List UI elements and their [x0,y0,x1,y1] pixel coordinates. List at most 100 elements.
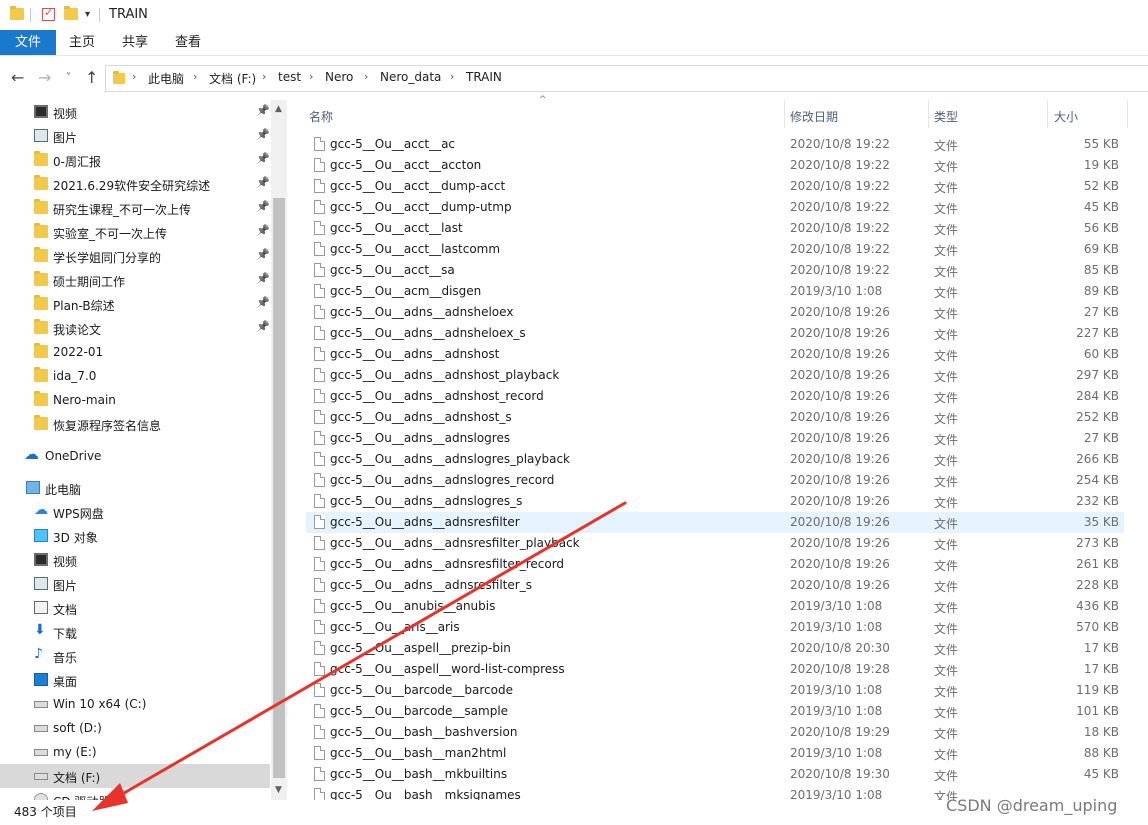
file-type: 文件 [934,685,959,699]
file-row[interactable]: gcc-5__Ou__adns__adnshost_s 2020/10/8 19:… [306,407,1124,428]
file-size: 69 KB [1083,242,1119,256]
file-name: gcc-5__Ou__adns__adnsheloex [330,305,514,319]
file-row[interactable]: gcc-5__Ou__aspell__word-list-compress 202… [306,659,1124,680]
file-row[interactable]: gcc-5__Ou__acct__dump-utmp 2020/10/8 19:2… [306,197,1124,218]
file-row[interactable]: gcc-5__Ou__acct__last 2020/10/8 19:22 文件 56… [306,218,1124,239]
file-row[interactable]: gcc-5__Ou__adns__adnslogres 2020/10/8 19:… [306,428,1124,449]
file-row[interactable]: gcc-5__Ou__acm__disgen 2019/3/10 1:08 文件 89… [306,281,1124,302]
file-name: gcc-5__Ou__acct__accton [330,158,482,172]
file-row[interactable]: gcc-5__Ou__adns__adnshost_record 2020/10/… [306,386,1124,407]
file-row[interactable]: gcc-5__Ou__adns__adnsheloex 2020/10/8 19:… [306,302,1124,323]
file-modified-date: 2020/10/8 19:22 [790,158,890,172]
file-size: 570 KB [1076,620,1119,634]
file-modified-date: 2020/10/8 19:22 [790,263,890,277]
file-row[interactable]: gcc-5__Ou__adns__adnsresfilter_playback 2… [306,533,1124,554]
file-icon [314,641,325,655]
file-name: gcc-5__Ou__aris__aris [330,620,460,634]
file-row[interactable]: gcc-5__Ou__acct__dump-acct 2020/10/8 19:2… [306,176,1124,197]
file-name: gcc-5__Ou__barcode__barcode [330,683,513,697]
file-row[interactable]: gcc-5__Ou__anubis__anubis 2019/3/10 1:08 文… [306,596,1124,617]
file-type: 文件 [934,181,959,195]
file-row[interactable]: gcc-5__Ou__barcode__sample 2019/3/10 1:08… [306,701,1124,722]
file-name: gcc-5__Ou__adns__adnslogres_playback [330,452,571,466]
file-type: 文件 [934,391,959,405]
file-row[interactable]: gcc-5__Ou__bash__bashversion 2020/10/8 19… [306,722,1124,743]
file-icon [314,578,325,592]
file-modified-date: 2020/10/8 19:26 [790,536,890,550]
file-modified-date: 2019/3/10 1:08 [790,788,883,800]
file-row[interactable]: gcc-5__Ou__acct__accton 2020/10/8 19:22 文件… [306,155,1124,176]
file-icon [314,515,325,529]
file-size: 19 KB [1083,158,1119,172]
file-modified-date: 2020/10/8 19:26 [790,578,890,592]
file-name: gcc-5__Ou__adns__adnsheloex_s [330,326,526,340]
file-name: gcc-5__Ou__acct__dump-acct [330,179,506,193]
file-size: 436 KB [1076,599,1119,613]
file-type: 文件 [934,748,959,762]
file-row[interactable]: gcc-5__Ou__bash__mkbuiltins 2020/10/8 19:… [306,764,1124,785]
file-type: 文件 [934,328,959,342]
file-row[interactable]: gcc-5__Ou__adns__adnslogres_s 2020/10/8 1… [306,491,1124,512]
file-modified-date: 2020/10/8 19:22 [790,200,890,214]
file-type: 文件 [934,706,959,720]
file-size: 60 KB [1083,347,1119,361]
file-name: gcc-5__Ou__acct__ac [330,137,456,151]
file-name: gcc-5__Ou__barcode__sample [330,704,509,718]
file-icon [314,683,325,697]
file-size: 284 KB [1076,389,1119,403]
file-name: gcc-5__Ou__anubis__anubis [330,599,496,613]
file-size: 17 KB [1083,641,1119,655]
file-name: gcc-5__Ou__acct__dump-utmp [330,200,512,214]
file-row[interactable]: gcc-5__Ou__adns__adnsresfilter_record 202… [306,554,1124,575]
file-row[interactable]: gcc-5__Ou__adns__adnshost_playback 2020/1… [306,365,1124,386]
file-name: gcc-5__Ou__adns__adnsresfilter_s [330,578,532,592]
file-modified-date: 2020/10/8 19:26 [790,305,890,319]
file-modified-date: 2020/10/8 19:26 [790,557,890,571]
file-size: 297 KB [1076,368,1119,382]
file-type: 文件 [934,643,959,657]
file-row[interactable]: gcc-5__Ou__acct__lastcomm 2020/10/8 19:22… [306,239,1124,260]
file-icon [314,137,325,151]
file-row[interactable]: gcc-5__Ou__adns__adnsheloex_s 2020/10/8 1… [306,323,1124,344]
file-name: gcc-5__Ou__adns__adnsresfilter_playback [330,536,580,550]
file-icon [314,158,325,172]
file-modified-date: 2020/10/8 19:26 [790,515,890,529]
file-row[interactable]: gcc-5__Ou__adns__adnsresfilter_s 2020/10/… [306,575,1124,596]
file-row[interactable]: gcc-5__Ou__bash__man2html 2019/3/10 1:08 文… [306,743,1124,764]
file-row[interactable]: gcc-5__Ou__acct__sa 2020/10/8 19:22 文件 85 K… [306,260,1124,281]
file-size: 18 KB [1083,725,1119,739]
file-type: 文件 [934,727,959,741]
item-count-status: 483 个项目 [14,805,77,819]
file-icon [314,200,325,214]
file-modified-date: 2020/10/8 19:22 [790,137,890,151]
file-type: 文件 [934,454,959,468]
file-row[interactable]: gcc-5__Ou__aris__aris 2019/3/10 1:08 文件 570… [306,617,1124,638]
file-name: gcc-5__Ou__bash__mkbuiltins [330,767,508,781]
file-icon [314,788,325,800]
file-type: 文件 [934,244,959,258]
file-row[interactable]: gcc-5__Ou__barcode__barcode 2019/3/10 1:0… [306,680,1124,701]
file-name: gcc-5__Ou__aspell__word-list-compress [330,662,565,676]
file-name: gcc-5__Ou__acct__sa [330,263,455,277]
file-modified-date: 2019/3/10 1:08 [790,746,883,760]
file-modified-date: 2019/3/10 1:08 [790,599,883,613]
file-row[interactable]: gcc-5__Ou__adns__adnslogres_record 2020/1… [306,470,1124,491]
file-row[interactable]: gcc-5__Ou__aspell__prezip-bin 2020/10/8 2… [306,638,1124,659]
file-type: 文件 [934,517,959,531]
file-name: gcc-5__Ou__adns__adnslogres_s [330,494,523,508]
file-modified-date: 2020/10/8 19:26 [790,494,890,508]
file-type: 文件 [934,286,959,300]
file-size: 227 KB [1076,326,1119,340]
file-icon [314,662,325,676]
file-icon [314,557,325,571]
file-size: 27 KB [1083,305,1119,319]
file-row[interactable]: gcc-5__Ou__adns__adnsresfilter 2020/10/8 … [306,512,1124,533]
file-size: 261 KB [1076,557,1119,571]
file-type: 文件 [934,538,959,552]
file-modified-date: 2019/3/10 1:08 [790,284,883,298]
file-size: 17 KB [1083,662,1119,676]
file-row[interactable]: gcc-5__Ou__acct__ac 2020/10/8 19:22 文件 55 K… [306,134,1124,155]
file-row[interactable]: gcc-5__Ou__adns__adnshost 2020/10/8 19:26… [306,344,1124,365]
file-icon [314,284,325,298]
file-row[interactable]: gcc-5__Ou__adns__adnslogres_playback 2020… [306,449,1124,470]
